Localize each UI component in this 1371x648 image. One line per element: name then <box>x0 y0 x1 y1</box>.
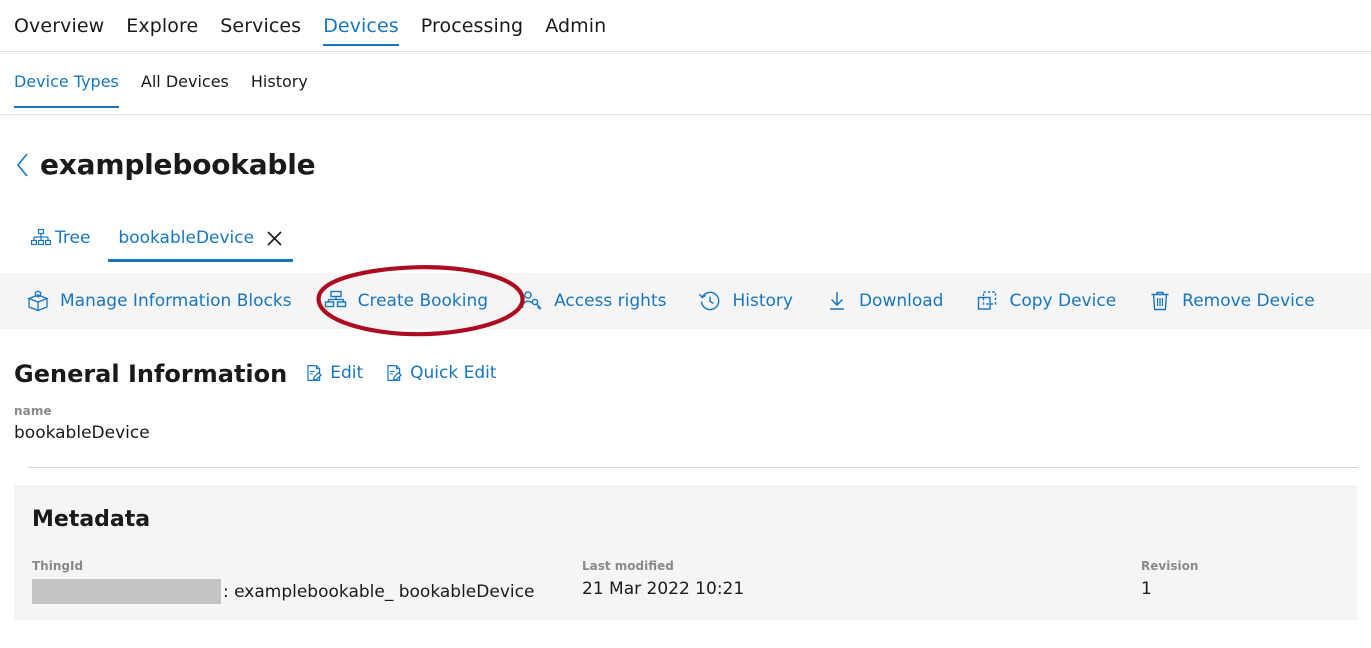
metadata-value: : examplebookable_ bookableDevice <box>223 581 535 602</box>
metadata-field-thingid: ThingId : examplebookable_ bookableDevic… <box>32 559 534 604</box>
metadata-value-row: : examplebookable_ bookableDevice <box>32 579 534 604</box>
toolbar-action-label: Download <box>858 291 944 311</box>
hierarchy-icon <box>30 228 52 248</box>
metadata-label: Revision <box>1141 559 1199 573</box>
nav-label: Admin <box>545 14 607 37</box>
remove-device-button[interactable]: Remove Device <box>1148 289 1315 313</box>
nav-label: Services <box>220 14 302 37</box>
tab-label: All Devices <box>140 72 229 91</box>
metadata-label: ThingId <box>32 559 84 573</box>
manage-information-blocks-button[interactable]: Manage Information Blocks <box>26 289 292 313</box>
metadata-title: Metadata <box>32 507 151 532</box>
general-information-title: General Information <box>14 360 288 388</box>
access-rights-button[interactable]: Access rights <box>520 289 666 313</box>
person-key-icon <box>520 289 544 313</box>
toolbar-action-label: Manage Information Blocks <box>60 291 292 311</box>
download-icon <box>825 289 849 313</box>
device-tab-tree[interactable]: Tree <box>30 228 90 262</box>
tab-device-types[interactable]: Device Types <box>14 72 119 108</box>
toolbar-action-label: History <box>732 291 793 311</box>
device-action-toolbar: Manage Information Blocks Create Booking <box>0 273 1371 329</box>
metadata-value: 1 <box>1141 579 1152 599</box>
page-title-row: examplebookable <box>14 148 316 181</box>
field-label: name <box>14 404 52 418</box>
close-icon[interactable] <box>266 230 283 247</box>
download-button[interactable]: Download <box>825 289 944 313</box>
nav-label: Explore <box>126 14 199 37</box>
tab-label: History <box>250 72 308 91</box>
nav-label: Processing <box>420 14 524 37</box>
clock-history-icon <box>698 289 722 313</box>
general-information-header: General Information Edit Quick Edit <box>14 360 519 388</box>
metadata-field-last-modified: Last modified 21 Mar 2022 10:21 <box>582 559 744 599</box>
tab-all-devices[interactable]: All Devices <box>141 72 229 108</box>
nav-label: Overview <box>14 14 105 37</box>
chevron-left-icon[interactable] <box>14 149 30 181</box>
toolbar-action-label: Copy Device <box>1009 291 1117 311</box>
sub-navigation-tabs: Device Types All Devices History <box>0 52 1371 115</box>
quick-edit-link[interactable]: Quick Edit <box>385 363 497 383</box>
nav-item-devices[interactable]: Devices <box>323 0 399 52</box>
tab-label: Device Types <box>14 72 119 91</box>
metadata-panel: Metadata ThingId : examplebookable_ book… <box>14 485 1357 620</box>
trash-icon <box>1148 289 1172 313</box>
redacted-value-bar <box>32 579 221 604</box>
nav-item-explore[interactable]: Explore <box>126 0 198 52</box>
history-button[interactable]: History <box>698 289 793 313</box>
page-title: examplebookable <box>40 148 316 181</box>
toolbar-action-label: Remove Device <box>1182 291 1315 311</box>
device-tab-bookabledevice[interactable]: bookableDevice <box>108 228 293 262</box>
top-navigation-bar: Overview Explore Services Devices Proces… <box>0 0 1371 52</box>
box-gear-icon <box>26 289 50 313</box>
edit-document-icon <box>385 364 403 382</box>
nav-item-processing[interactable]: Processing <box>421 0 523 52</box>
nav-item-services[interactable]: Services <box>220 0 301 52</box>
nav-item-overview[interactable]: Overview <box>14 0 104 52</box>
quick-edit-link-label: Quick Edit <box>410 363 497 383</box>
section-divider <box>28 467 1358 468</box>
metadata-value: 21 Mar 2022 10:21 <box>582 579 745 599</box>
edit-link[interactable]: Edit <box>305 363 363 383</box>
nav-item-admin[interactable]: Admin <box>545 0 606 52</box>
toolbar-action-label: Create Booking <box>357 291 489 311</box>
copy-device-button[interactable]: Copy Device <box>975 289 1116 313</box>
create-booking-button[interactable]: Create Booking <box>324 289 489 313</box>
device-tab-label: Tree <box>55 228 91 248</box>
edit-document-icon <box>305 364 323 382</box>
toolbar-action-label: Access rights <box>554 291 667 311</box>
metadata-label: Last modified <box>582 559 674 573</box>
layout-blocks-icon <box>324 289 348 313</box>
edit-link-label: Edit <box>330 363 364 383</box>
copy-icon <box>975 289 999 313</box>
tab-history[interactable]: History <box>251 72 308 108</box>
field-name: name bookableDevice <box>14 404 150 443</box>
nav-label: Devices <box>323 14 399 37</box>
field-value: bookableDevice <box>14 423 150 443</box>
metadata-field-revision: Revision 1 <box>1141 559 1198 599</box>
device-tab-bar: Tree bookableDevice <box>30 218 293 262</box>
device-tab-label: bookableDevice <box>118 228 255 248</box>
